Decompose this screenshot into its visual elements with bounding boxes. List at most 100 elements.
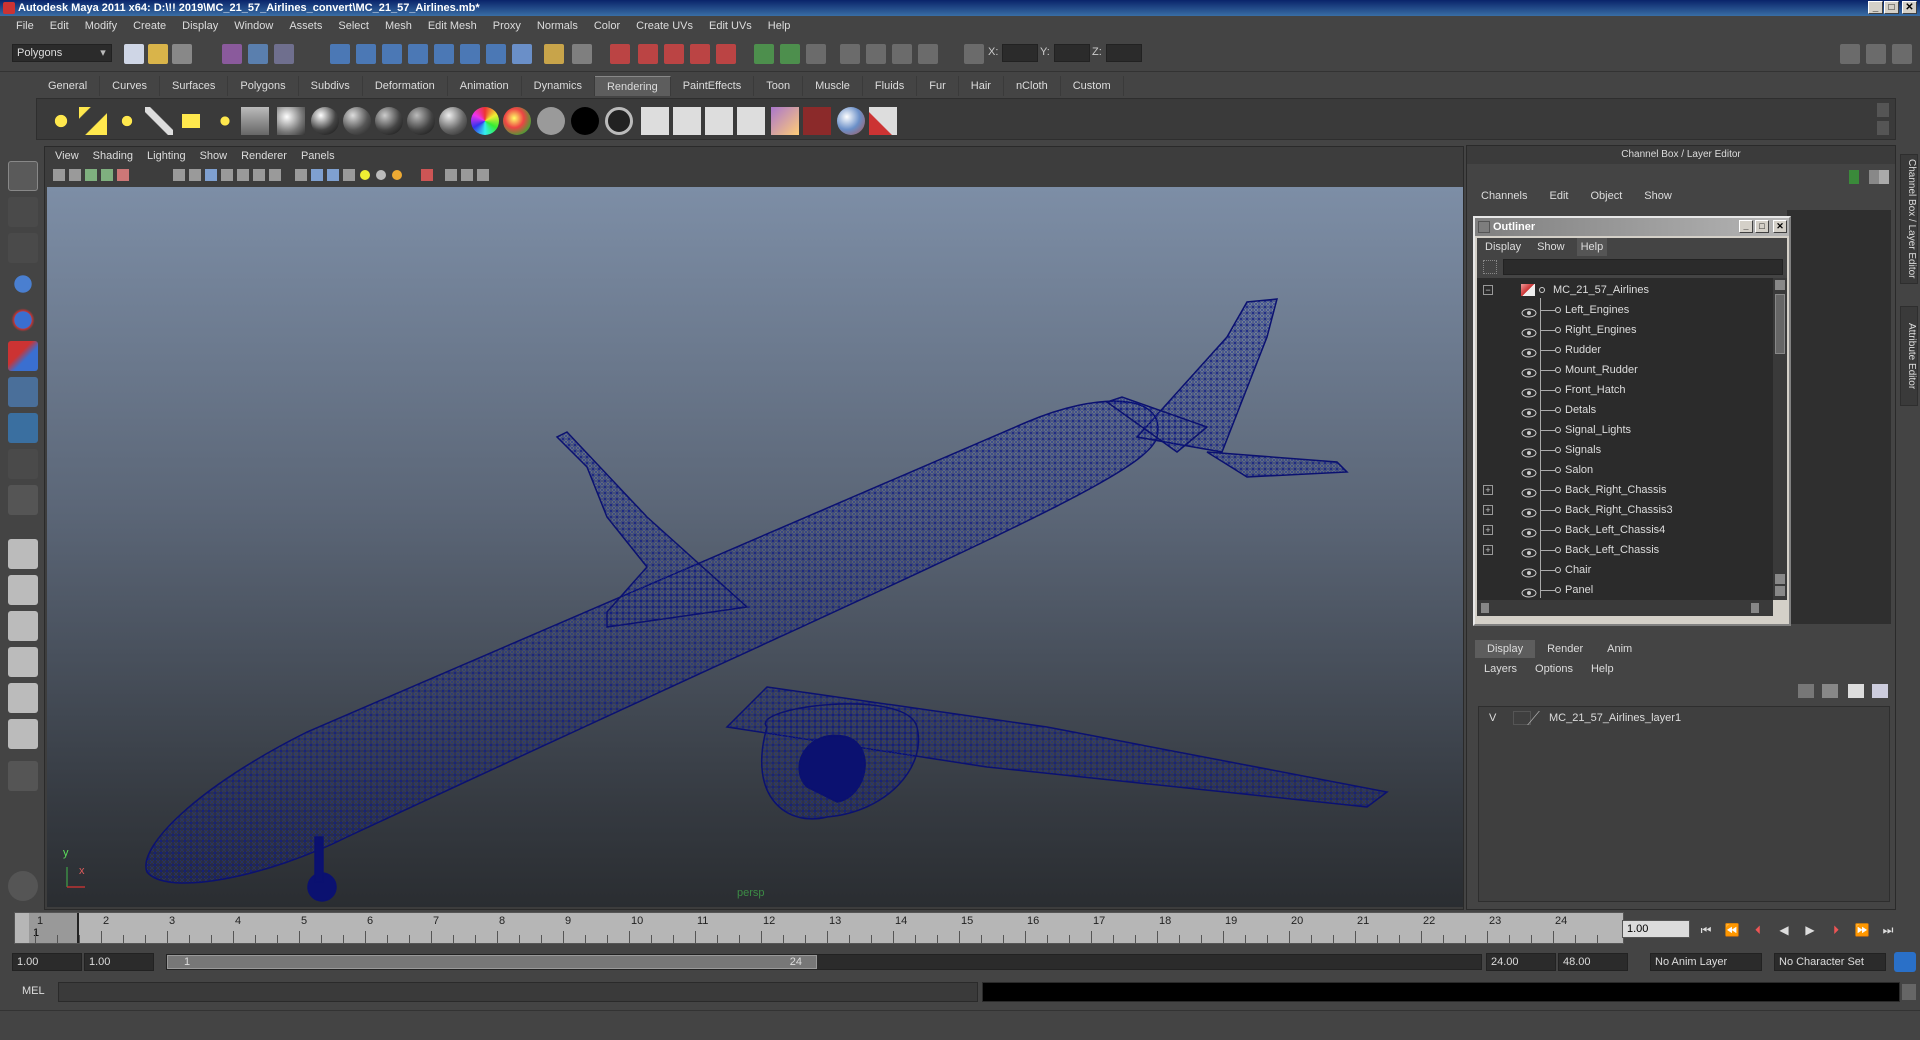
mel-label[interactable]: MEL xyxy=(22,985,45,997)
menu-assets[interactable]: Assets xyxy=(281,16,330,36)
shelf-tab-subdivs[interactable]: Subdivs xyxy=(299,76,363,96)
last-tool-icon[interactable] xyxy=(8,485,38,515)
tree-item[interactable]: Right_Engines xyxy=(1477,320,1773,340)
snap-view-plane-icon[interactable] xyxy=(408,44,428,64)
input-output-icon[interactable] xyxy=(486,44,506,64)
vp-menu-view[interactable]: View xyxy=(55,147,79,165)
soft-modification-icon[interactable] xyxy=(8,413,38,443)
shelf-tab-animation[interactable]: Animation xyxy=(448,76,522,96)
layer-tab-render[interactable]: Render xyxy=(1535,640,1595,658)
cb-menu-object[interactable]: Object xyxy=(1590,190,1622,202)
auto-key-icon[interactable] xyxy=(1894,952,1916,972)
outliner-vertical-scrollbar[interactable] xyxy=(1773,278,1787,600)
snap-live-icon[interactable] xyxy=(690,44,710,64)
collapse-icon[interactable]: − xyxy=(1483,285,1493,295)
lock-icon[interactable] xyxy=(544,44,564,64)
side-tab-channel-box[interactable]: Channel Box / Layer Editor xyxy=(1900,154,1918,284)
viewport-toolbar-icons[interactable] xyxy=(45,165,565,185)
area-light-icon[interactable] xyxy=(177,107,205,135)
shading-map-icon[interactable] xyxy=(503,107,531,135)
expand-icon[interactable]: + xyxy=(1483,525,1493,535)
tree-item[interactable]: Rudder xyxy=(1477,340,1773,360)
shelf-tab-curves[interactable]: Curves xyxy=(100,76,160,96)
point-light-icon[interactable] xyxy=(113,107,141,135)
layer-menu-options[interactable]: Options xyxy=(1535,660,1573,678)
cb-menu-show[interactable]: Show xyxy=(1644,190,1672,202)
single-perspective-layout-icon[interactable] xyxy=(8,539,38,569)
select-object-icon[interactable] xyxy=(248,44,268,64)
expand-icon[interactable]: + xyxy=(1483,485,1493,495)
volume-light-icon[interactable] xyxy=(211,107,239,135)
ol-menu-show[interactable]: Show xyxy=(1537,238,1565,256)
play-backwards-button[interactable]: ◀ xyxy=(1774,922,1794,938)
attribute-editor-toggle-icon[interactable] xyxy=(1840,44,1860,64)
tree-item[interactable]: + Back_Left_Chassis4 xyxy=(1477,520,1773,540)
shelf-tab-polygons[interactable]: Polygons xyxy=(228,76,299,96)
ol-menu-help[interactable]: Help xyxy=(1576,238,1608,256)
select-hierarchy-icon[interactable] xyxy=(222,44,242,64)
tree-item[interactable]: Front_Hatch xyxy=(1477,380,1773,400)
side-tab-attribute-editor[interactable]: Attribute Editor xyxy=(1900,306,1918,406)
playback-end-field[interactable]: 24.00 xyxy=(1486,953,1556,971)
vp-menu-shading[interactable]: Shading xyxy=(93,147,133,165)
highlight-selection-icon[interactable] xyxy=(572,44,592,64)
layer-menu-help[interactable]: Help xyxy=(1591,660,1614,678)
phong-e-shader-icon[interactable] xyxy=(407,107,435,135)
outliner-horizontal-scrollbar[interactable] xyxy=(1477,600,1773,616)
menu-edit-uvs[interactable]: Edit UVs xyxy=(701,16,760,36)
snap-curve-icon[interactable] xyxy=(356,44,376,64)
cb-menu-edit[interactable]: Edit xyxy=(1549,190,1568,202)
tool-settings-toggle-icon[interactable] xyxy=(1866,44,1886,64)
four-view-layout-icon[interactable] xyxy=(8,575,38,605)
outliner-filter-input[interactable] xyxy=(1503,259,1783,275)
scroll-down-icon[interactable] xyxy=(1775,574,1785,584)
lasso-tool-icon[interactable] xyxy=(8,197,38,227)
layer-up-icon[interactable] xyxy=(1848,684,1864,698)
use-background-icon[interactable] xyxy=(571,107,599,135)
menu-modify[interactable]: Modify xyxy=(77,16,125,36)
maximize-button[interactable]: □ xyxy=(1884,1,1899,14)
vp-menu-renderer[interactable]: Renderer xyxy=(241,147,287,165)
render-frame-icon[interactable] xyxy=(641,107,669,135)
minimize-button[interactable]: _ xyxy=(1868,1,1883,14)
surface-shader-icon[interactable] xyxy=(537,107,565,135)
tree-item-root[interactable]: − MC_21_57_Airlines xyxy=(1477,280,1773,300)
shelf-tab-rendering[interactable]: Rendering xyxy=(594,76,671,96)
scroll-left-icon[interactable] xyxy=(1481,603,1489,613)
expand-icon[interactable]: + xyxy=(1483,505,1493,515)
paint-select-tool-icon[interactable] xyxy=(8,233,38,263)
transform-mode-icon[interactable] xyxy=(964,44,984,64)
ambient-light-icon[interactable] xyxy=(47,107,75,135)
outliner-minimize-button[interactable]: _ xyxy=(1739,220,1753,233)
shelf-tab-surfaces[interactable]: Surfaces xyxy=(160,76,229,96)
expand-icon[interactable]: + xyxy=(1483,545,1493,555)
menu-edit[interactable]: Edit xyxy=(42,16,77,36)
uv-editor-icon[interactable] xyxy=(866,44,886,64)
render-globals-icon[interactable] xyxy=(803,107,831,135)
scroll-up-icon[interactable] xyxy=(1775,280,1785,290)
tree-item[interactable]: Salon xyxy=(1477,460,1773,480)
outliner-maximize-button[interactable]: □ xyxy=(1755,220,1769,233)
shelf-scroll-up-icon[interactable] xyxy=(1877,103,1889,117)
hypershade-window-icon[interactable] xyxy=(771,107,799,135)
menu-file[interactable]: File xyxy=(8,16,42,36)
script-editor-icon[interactable] xyxy=(1902,984,1916,1000)
make-live-icon[interactable] xyxy=(434,44,454,64)
mel-command-input[interactable] xyxy=(58,982,978,1002)
shelf-tab-fur[interactable]: Fur xyxy=(917,76,959,96)
move-tool-icon[interactable] xyxy=(8,269,38,299)
menu-window[interactable]: Window xyxy=(226,16,281,36)
menu-mesh[interactable]: Mesh xyxy=(377,16,420,36)
tree-item[interactable]: Signals xyxy=(1477,440,1773,460)
shelf-tab-general[interactable]: General xyxy=(36,76,101,96)
range-slider-track[interactable]: 1 24 xyxy=(166,954,1482,970)
open-scene-icon[interactable] xyxy=(148,44,168,64)
anim-layer-dropdown[interactable]: No Anim Layer xyxy=(1650,953,1762,971)
ol-menu-display[interactable]: Display xyxy=(1485,238,1521,256)
go-to-start-button[interactable]: ⏮ xyxy=(1696,922,1716,938)
tree-item[interactable]: + Back_Right_Chassis xyxy=(1477,480,1773,500)
scroll-thumb[interactable] xyxy=(1775,294,1785,354)
select-tool-icon[interactable] xyxy=(8,161,38,191)
lambert-shader-icon[interactable] xyxy=(343,107,371,135)
layout-options-icon[interactable] xyxy=(8,761,38,791)
